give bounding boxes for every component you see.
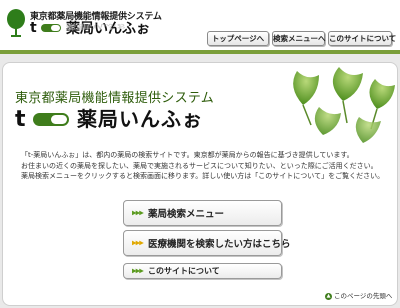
ginkgo-leaves-icon bbox=[293, 67, 395, 143]
site-description: 「t-薬局いんふぉ」は、都内の薬局の検索サイトです。東京都が薬局からの報告に基づ… bbox=[21, 150, 386, 182]
header-brand-reflection: 薬局いんふぉ bbox=[66, 22, 126, 31]
triple-arrow-icon: ▶▶▶ bbox=[132, 239, 144, 247]
t-pill-logo-large-icon: t bbox=[15, 107, 69, 129]
triple-arrow-icon: ▶▶▶ bbox=[132, 267, 144, 275]
nav-search-menu-button[interactable]: 検索メニューへ bbox=[272, 31, 326, 46]
description-line: 薬局検索メニューをクリックすると検索画面に移ります。詳しい使い方は「このサイトに… bbox=[21, 172, 385, 180]
header-divider bbox=[0, 50, 400, 54]
pharmacy-search-menu-label: 薬局検索メニュー bbox=[148, 209, 225, 220]
pharmacy-search-menu-button[interactable]: ▶▶▶ 薬局検索メニュー bbox=[123, 200, 282, 226]
page-top-link[interactable]: ▲ このページの先頭へ bbox=[325, 290, 392, 300]
tree-logo-icon bbox=[7, 9, 25, 37]
nav-top-page-button[interactable]: トップページへ bbox=[207, 31, 269, 46]
t-pill-logo-icon: t bbox=[30, 20, 61, 34]
description-line: お住まいの近くの薬局を探したい、薬局で実施されるサービスについて知りたい、といっ… bbox=[21, 161, 378, 170]
page-top-label: このページの先頭へ bbox=[334, 292, 393, 300]
medical-institution-search-button[interactable]: ▶▶▶ 医療機関を検索したい方はこちら bbox=[123, 230, 291, 256]
about-site-label: このサイトについて bbox=[148, 266, 220, 276]
description-line: 「t-薬局いんふぉ」は、都内の薬局の検索サイトです。東京都が薬局からの報告に基づ… bbox=[21, 151, 354, 159]
svg-text:t: t bbox=[30, 20, 37, 34]
arrow-up-icon: ▲ bbox=[325, 292, 332, 300]
svg-text:t: t bbox=[15, 107, 26, 129]
brand-name: 薬局いんふぉ bbox=[77, 107, 203, 131]
triple-arrow-icon: ▶▶▶ bbox=[132, 209, 144, 217]
site-header: 東京都薬局機能情報提供システム t 薬局いんふぉ 薬局いんふぉ トップページへ … bbox=[0, 0, 400, 50]
about-site-button[interactable]: ▶▶▶ このサイトについて bbox=[123, 263, 282, 279]
main-panel: 東京都薬局機能情報提供システム t 薬局いんふぉ 「t-薬局いんふぉ」は、都内の… bbox=[2, 62, 398, 306]
medical-institution-search-label: 医療機関を検索したい方はこちら bbox=[148, 239, 291, 250]
nav-about-site-button[interactable]: このサイトについて bbox=[328, 31, 396, 46]
